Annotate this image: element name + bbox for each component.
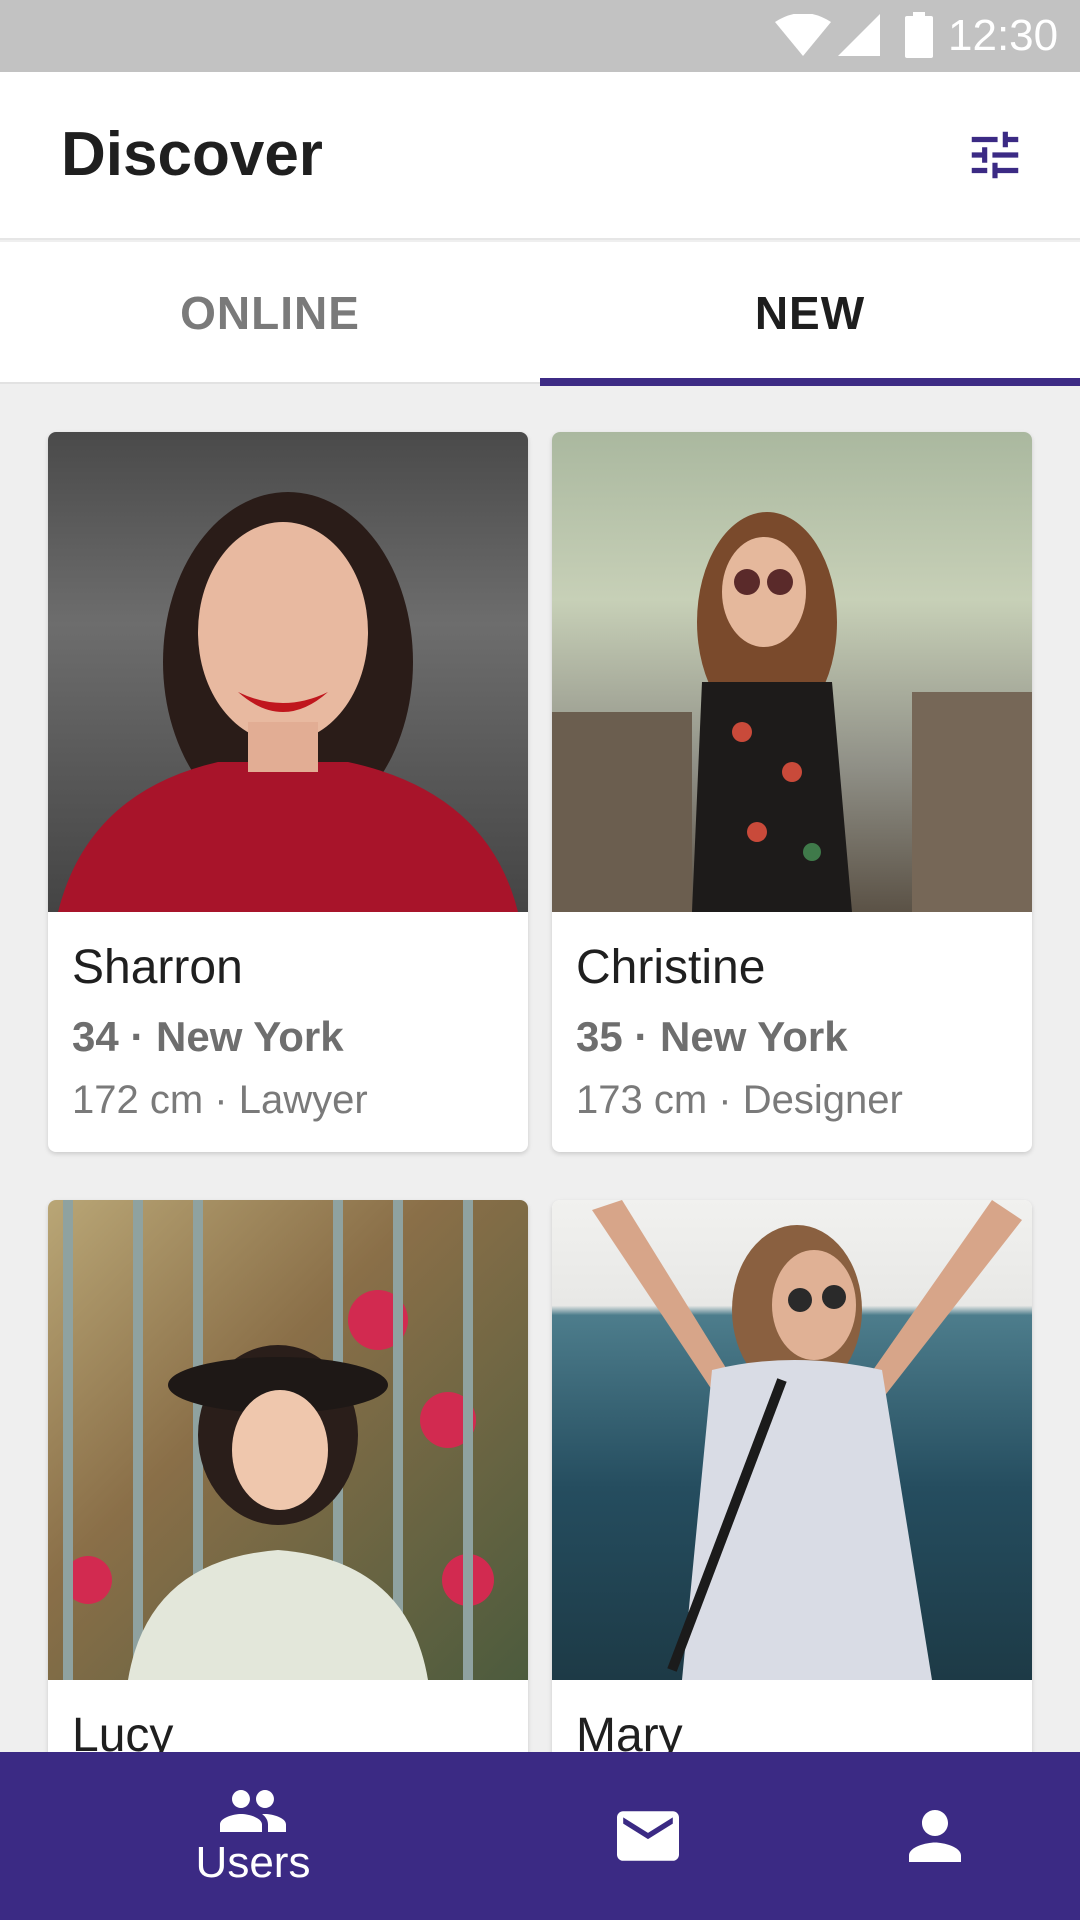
user-card-christine[interactable]: Christine 35 · New York 173 cm · Designe…: [552, 432, 1032, 1152]
person-icon: [909, 1810, 961, 1862]
tab-new[interactable]: NEW: [540, 242, 1080, 386]
status-time: 12:30: [948, 11, 1059, 60]
nav-profile[interactable]: [830, 1752, 1040, 1920]
user-details: 172 cm · Lawyer: [72, 1078, 368, 1122]
nav-messages[interactable]: [520, 1752, 776, 1920]
user-card-lucy[interactable]: Lucy: [48, 1200, 528, 1760]
user-name: Sharron: [72, 941, 243, 994]
user-name: Christine: [576, 941, 766, 994]
tab-online-label: ONLINE: [180, 287, 360, 339]
user-details: 173 cm · Designer: [576, 1078, 903, 1122]
mail-icon: [617, 1811, 679, 1861]
nav-users-label: Users: [195, 1838, 311, 1887]
tab-bar: ONLINE NEW: [0, 242, 1080, 386]
user-photo: [552, 432, 1032, 912]
tune-icon[interactable]: [964, 124, 1026, 186]
user-photo: [48, 432, 528, 912]
page-title: Discover: [61, 120, 323, 189]
bottom-navigation: Users: [0, 1752, 1080, 1920]
status-bar: 12:30: [0, 0, 1080, 72]
user-card-mary[interactable]: Mary: [552, 1200, 1032, 1760]
active-tab-indicator: [540, 378, 1080, 386]
signal-icon: [838, 14, 880, 56]
tab-new-label: NEW: [754, 287, 866, 339]
wifi-icon: [775, 14, 831, 56]
user-age-city: 34 · New York: [72, 1013, 344, 1060]
user-photo: [48, 1200, 528, 1680]
app-bar: Discover: [0, 72, 1080, 240]
nav-users[interactable]: Users: [120, 1752, 386, 1920]
tab-online[interactable]: ONLINE: [0, 242, 540, 384]
user-card-sharron[interactable]: Sharron 34 · New York 172 cm · Lawyer: [48, 432, 528, 1152]
user-age-city: 35 · New York: [576, 1013, 848, 1060]
people-icon: [220, 1790, 286, 1832]
battery-icon: [905, 12, 933, 58]
user-photo: [552, 1200, 1032, 1680]
